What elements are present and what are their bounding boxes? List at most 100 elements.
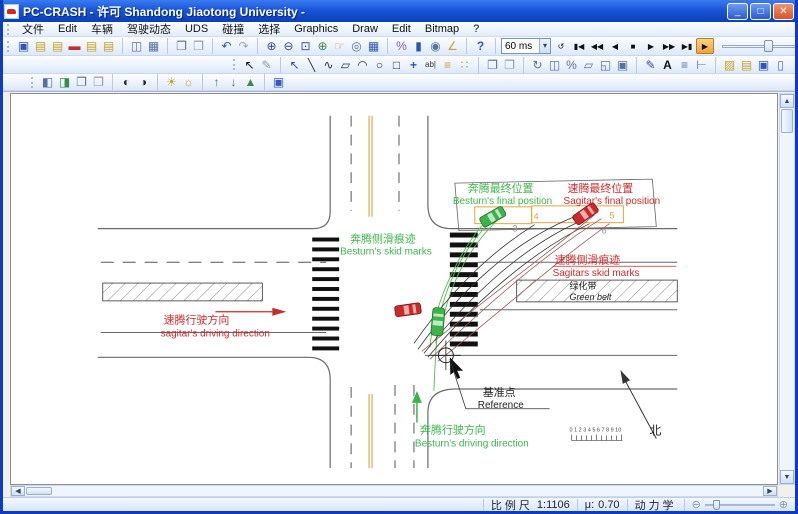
play-to-impact-button[interactable]: ▶ (696, 38, 714, 54)
pan-icon[interactable]: ☞ (331, 38, 348, 54)
lane-marking-icon[interactable]: ≡ (439, 57, 456, 73)
vertical-scroll-thumb[interactable] (781, 109, 793, 133)
zoom-out-button[interactable]: ⊖ (692, 500, 701, 510)
display-options-icon[interactable]: ▣ (264, 74, 287, 90)
horizontal-scrollbar[interactable]: ◀ ▶ (10, 485, 778, 497)
chevron-down-icon[interactable]: ▾ (539, 39, 550, 53)
zoom-extents-icon[interactable]: ⊕ (314, 38, 331, 54)
skew-icon[interactable]: ▱ (580, 57, 597, 73)
line-icon[interactable]: ╲ (303, 57, 320, 73)
open-vehicle-icon[interactable]: ▤ (83, 38, 100, 54)
print-preview-icon[interactable]: ◫ (122, 38, 145, 54)
copy-surface-icon[interactable]: ❐ (73, 74, 90, 90)
vehicle-database-icon[interactable]: ▬ (66, 38, 83, 54)
point-icon[interactable]: + (405, 57, 422, 73)
menu-draw[interactable]: Draw (345, 23, 385, 35)
attach-icon[interactable]: ▮ (789, 57, 798, 73)
open-dxf-icon[interactable]: ▤ (49, 38, 66, 54)
scroll-right-icon[interactable]: ▶ (763, 486, 777, 496)
save-drawing-icon[interactable]: ▣ (755, 57, 772, 73)
open-custom-icon[interactable]: ▤ (100, 38, 117, 54)
paste-icon[interactable]: ❐ (190, 38, 207, 54)
vertical-scrollbar[interactable]: ▲ ▼ (779, 93, 795, 485)
zoom-slider[interactable] (705, 500, 775, 510)
zoom-in-button[interactable]: ⊕ (779, 500, 788, 510)
moment-icon[interactable]: % (387, 38, 410, 54)
polygon-icon[interactable]: ▱ (337, 57, 354, 73)
undo-icon[interactable]: ↶ (212, 38, 235, 54)
text-label-icon[interactable]: A (659, 57, 676, 73)
drawing-sheet[interactable]: 绿化带 Green belt (10, 93, 778, 485)
zoom-in-icon[interactable]: ⊕ (257, 38, 280, 54)
step-back-button[interactable]: ◀ (606, 38, 624, 54)
measure-icon[interactable]: ⊢ (693, 57, 710, 73)
play-button[interactable]: ▶ (642, 38, 660, 54)
fill-color-icon[interactable]: ▨ (715, 57, 738, 73)
menu-file[interactable]: 文件 (15, 21, 51, 37)
select-path-icon[interactable]: ↖ (280, 57, 303, 73)
time-step-select[interactable]: 60 ms ▾ (501, 38, 551, 54)
menu-vehicle[interactable]: 车辆 (84, 21, 120, 37)
fast-forward-button[interactable]: ▶▶ (660, 38, 678, 54)
notebook-icon[interactable]: ▯ (772, 57, 789, 73)
fast-rewind-button[interactable]: ◀◀ (588, 38, 606, 54)
besturn-impact-car[interactable] (431, 307, 445, 336)
terrain-icon[interactable]: ▲ (242, 74, 259, 90)
time-slider[interactable] (720, 38, 798, 54)
saturation-down-icon[interactable]: ↓ (225, 74, 242, 90)
jump-start-button[interactable]: ▮◀ (570, 38, 588, 54)
camera-icon[interactable]: ◉ (427, 38, 444, 54)
copy-object-icon[interactable]: ❐ (478, 57, 501, 73)
menu-bitmap[interactable]: Bitmap (418, 23, 466, 35)
scale-icon[interactable]: % (563, 57, 580, 73)
replay-collision-button[interactable]: ↺ (552, 38, 570, 54)
open-project-icon[interactable]: ▤ (32, 38, 49, 54)
mirror-icon[interactable]: ◫ (546, 57, 563, 73)
menu-edit-2[interactable]: Edit (385, 23, 418, 35)
brightness-down-icon[interactable]: ☼ (180, 74, 197, 90)
scroll-left-icon[interactable]: ◀ (11, 486, 25, 496)
stamp-icon[interactable]: ✎ (636, 57, 659, 73)
rectangle-icon[interactable]: □ (388, 57, 405, 73)
open-drawing-icon[interactable]: ▤ (738, 57, 755, 73)
close-button[interactable]: ✕ (773, 3, 794, 20)
circle-icon[interactable]: ○ (371, 57, 388, 73)
select-icon[interactable]: ↖ (241, 57, 258, 73)
redo-icon[interactable]: ↷ (235, 38, 252, 54)
zoom-slider-thumb[interactable] (713, 500, 720, 510)
scroll-up-icon[interactable]: ▲ (780, 94, 794, 108)
menu-edit[interactable]: Edit (51, 23, 84, 35)
reference-label-en[interactable]: Reference (478, 400, 524, 411)
slope-up-icon[interactable]: ◧ (39, 74, 56, 90)
polyline-icon[interactable]: ∿ (320, 57, 337, 73)
copy-icon[interactable]: ❐ (167, 38, 190, 54)
menu-driving-dynamics[interactable]: 驾驶动态 (120, 21, 178, 37)
vertical-scroll-track[interactable] (780, 134, 794, 470)
stop-button[interactable]: ■ (624, 38, 642, 54)
minimize-button[interactable]: _ (727, 3, 748, 20)
jump-end-button[interactable]: ▶▮ (678, 38, 696, 54)
contrast-down-icon[interactable]: ◑ (135, 74, 152, 90)
time-slider-thumb[interactable] (764, 40, 773, 52)
menu-options[interactable]: 选择 (251, 21, 287, 37)
help-icon[interactable]: ? (466, 38, 489, 54)
zoom-window-icon[interactable]: ⊡ (297, 38, 314, 54)
saturation-up-icon[interactable]: ↑ (202, 74, 225, 90)
text-tool-icon[interactable]: ab| (422, 57, 439, 73)
save-icon[interactable]: ▣ (15, 38, 32, 54)
menu-help[interactable]: ? (466, 23, 486, 35)
sagitar-impact-car[interactable] (394, 303, 421, 317)
arc-icon[interactable]: ◠ (354, 57, 371, 73)
slope-down-icon[interactable]: ◨ (56, 74, 73, 90)
green-belt-label-cn[interactable]: 绿化带 (570, 280, 597, 291)
rotate-icon[interactable]: ↻ (523, 57, 546, 73)
crosswalk-tool-icon[interactable]: ∷ (456, 57, 473, 73)
scroll-down-icon[interactable]: ▼ (780, 470, 794, 484)
paste-object-icon[interactable]: ❐ (501, 57, 518, 73)
zoom-out-icon[interactable]: ⊖ (280, 38, 297, 54)
horizontal-scroll-track[interactable] (53, 486, 763, 496)
maximize-button[interactable]: □ (750, 3, 771, 20)
crop-icon[interactable]: ◱ (597, 57, 614, 73)
values-table-icon[interactable]: ▦ (365, 38, 382, 54)
extrude-icon[interactable]: ▣ (614, 57, 631, 73)
